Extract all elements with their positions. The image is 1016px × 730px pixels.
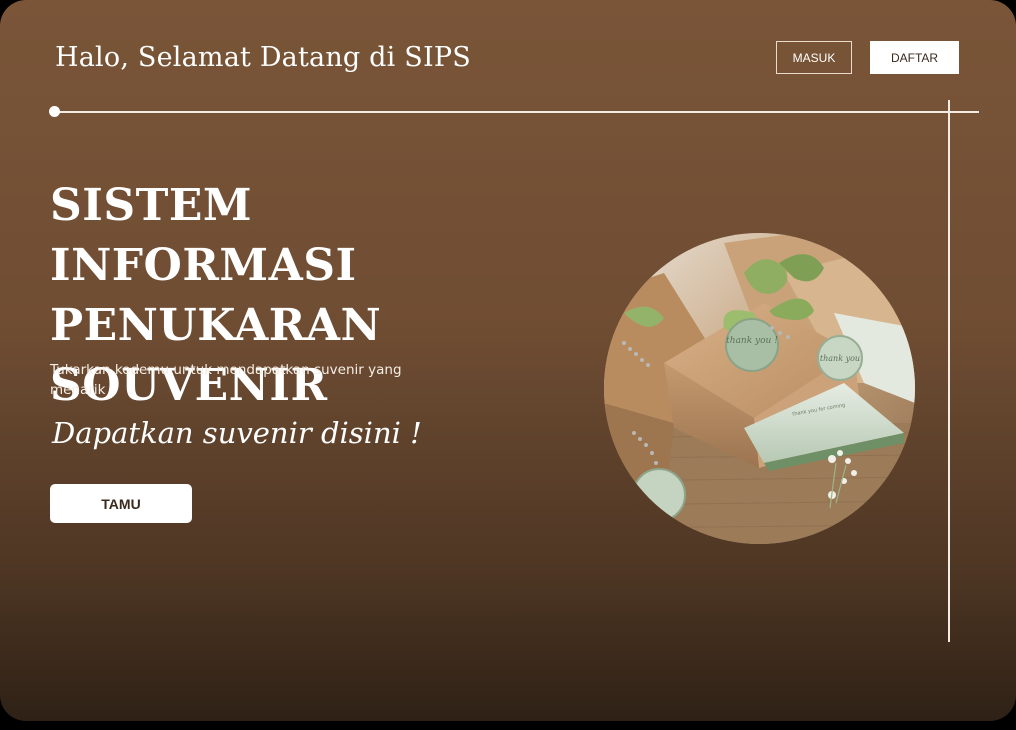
hero-title-line: PENUKARAN — [50, 300, 382, 351]
tag-text: thank you ! — [726, 336, 778, 346]
register-button[interactable]: DAFTAR — [870, 41, 959, 74]
divider-dot — [49, 106, 60, 117]
tag-text: thank you — [820, 354, 860, 363]
greeting-text: Halo, Selamat Datang di SIPS — [55, 42, 471, 73]
vertical-divider — [948, 100, 950, 642]
landing-card: Halo, Selamat Datang di SIPS MASUK DAFTA… — [0, 0, 1016, 721]
souvenir-illustration: thank you ! thank you thank you for comi… — [604, 233, 915, 544]
hero-script-text: Dapatkan suvenir disini ! — [52, 416, 422, 450]
horizontal-divider — [55, 111, 979, 113]
guest-button[interactable]: TAMU — [50, 484, 192, 523]
souvenir-photo: thank you ! thank you thank you for comi… — [604, 233, 915, 544]
hero-subtitle: Tukarkan kodemu untuk mendapatkan suveni… — [50, 362, 402, 398]
login-button[interactable]: MASUK — [776, 41, 852, 74]
hero-title-line: SISTEM INFORMASI — [50, 180, 357, 291]
